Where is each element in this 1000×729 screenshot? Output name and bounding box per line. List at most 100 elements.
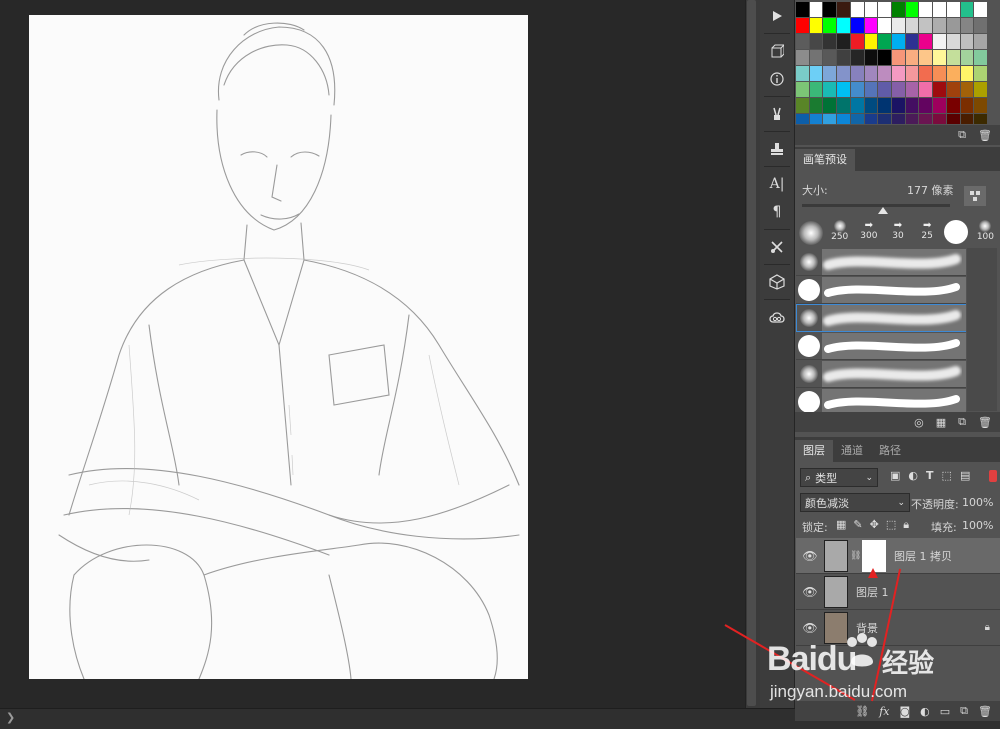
color-swatch[interactable] — [974, 50, 988, 66]
color-swatch[interactable] — [878, 98, 892, 114]
color-swatch[interactable] — [946, 82, 960, 98]
color-swatch[interactable] — [823, 114, 837, 124]
color-swatch[interactable] — [837, 82, 850, 98]
color-swatch[interactable] — [933, 18, 946, 34]
color-swatch[interactable] — [878, 66, 892, 82]
color-swatch[interactable] — [837, 2, 850, 18]
color-swatch[interactable] — [946, 114, 960, 124]
color-swatch[interactable] — [837, 34, 850, 50]
color-swatch[interactable] — [892, 18, 905, 34]
color-swatch[interactable] — [809, 18, 823, 34]
color-swatch[interactable] — [960, 82, 974, 98]
creative-cloud-icon[interactable] — [760, 303, 794, 331]
tab-paths[interactable]: 路径 — [871, 440, 909, 462]
color-swatch[interactable] — [864, 18, 878, 34]
color-swatch[interactable] — [905, 50, 919, 66]
color-swatch[interactable] — [809, 98, 823, 114]
visibility-eye-icon[interactable]: 👁︎ — [796, 585, 824, 599]
color-swatch[interactable] — [946, 2, 960, 18]
color-swatch[interactable] — [864, 50, 878, 66]
brush-preset-item[interactable] — [796, 304, 966, 332]
color-swatch[interactable] — [892, 50, 905, 66]
color-swatch[interactable] — [960, 66, 974, 82]
color-swatch[interactable] — [905, 66, 919, 82]
color-swatch[interactable] — [809, 82, 823, 98]
tool-presets-icon[interactable] — [760, 233, 794, 261]
color-swatch[interactable] — [919, 114, 933, 124]
trash-icon[interactable]: 🗑 — [978, 416, 992, 429]
color-swatch[interactable] — [837, 114, 850, 124]
color-swatch[interactable] — [878, 82, 892, 98]
color-swatch[interactable] — [919, 66, 933, 82]
tab-layers[interactable]: 图层 — [795, 440, 833, 462]
color-swatch[interactable] — [892, 2, 905, 18]
layer-mask-thumbnail[interactable] — [862, 539, 886, 572]
color-swatch[interactable] — [864, 34, 878, 50]
toggle-brush-panel-icon[interactable] — [964, 186, 986, 206]
chain-link-icon[interactable]: ⛓ — [850, 551, 861, 561]
color-swatch[interactable] — [960, 98, 974, 114]
color-swatch[interactable] — [946, 18, 960, 34]
color-swatch[interactable] — [850, 98, 864, 114]
adjustment-filter-icon[interactable]: ◐ — [908, 469, 918, 482]
trash-icon[interactable]: 🗑 — [978, 705, 992, 718]
swatches-grid[interactable] — [796, 2, 988, 124]
color-swatch[interactable] — [905, 82, 919, 98]
color-swatch[interactable] — [796, 18, 809, 34]
color-swatch[interactable] — [974, 2, 988, 18]
new-swatch-icon[interactable]: ⧉ — [958, 128, 966, 142]
new-layer-icon[interactable]: ⧉ — [960, 704, 968, 718]
color-swatch[interactable] — [850, 114, 864, 124]
color-swatch[interactable] — [933, 2, 946, 18]
3d-info-icon[interactable] — [760, 37, 794, 65]
color-swatch[interactable] — [960, 50, 974, 66]
lock-transparent-icon[interactable]: ▦ — [836, 518, 846, 532]
color-swatch[interactable] — [864, 2, 878, 18]
toggle-visibility-icon[interactable]: ◎ — [914, 416, 924, 429]
link-layers-icon[interactable]: ⛓ — [855, 705, 869, 718]
brush-preset-list[interactable] — [796, 248, 966, 416]
color-swatch[interactable] — [850, 50, 864, 66]
clone-source-icon[interactable] — [760, 135, 794, 163]
3d-icon[interactable] — [760, 268, 794, 296]
new-preset-icon[interactable]: ⧉ — [958, 415, 966, 429]
color-swatch[interactable] — [837, 66, 850, 82]
status-expand-icon[interactable]: ❯ — [6, 711, 15, 724]
lock-artboard-icon[interactable]: ⬚ — [886, 518, 896, 532]
color-swatch[interactable] — [919, 50, 933, 66]
color-swatch[interactable] — [796, 114, 809, 124]
color-swatch[interactable] — [878, 114, 892, 124]
color-swatch[interactable] — [974, 18, 988, 34]
color-swatch[interactable] — [933, 66, 946, 82]
play-icon[interactable] — [760, 2, 794, 30]
size-value[interactable]: 177 像素 — [907, 182, 954, 198]
color-swatch[interactable] — [905, 114, 919, 124]
color-swatch[interactable] — [823, 34, 837, 50]
color-swatch[interactable] — [946, 34, 960, 50]
color-swatch[interactable] — [796, 66, 809, 82]
color-swatch[interactable] — [809, 34, 823, 50]
tab-channels[interactable]: 通道 — [833, 440, 871, 462]
color-swatch[interactable] — [919, 98, 933, 114]
color-swatch[interactable] — [892, 66, 905, 82]
color-swatch[interactable] — [933, 98, 946, 114]
paragraph-icon[interactable]: ¶ — [760, 198, 794, 226]
brush-list-scrollbar[interactable] — [967, 248, 997, 411]
color-swatch[interactable] — [892, 98, 905, 114]
color-swatch[interactable] — [933, 50, 946, 66]
color-swatch[interactable] — [919, 34, 933, 50]
color-swatch[interactable] — [974, 98, 988, 114]
brush-icon[interactable] — [760, 100, 794, 128]
color-swatch[interactable] — [933, 114, 946, 124]
color-swatch[interactable] — [850, 2, 864, 18]
smart-object-filter-icon[interactable]: ▤ — [960, 469, 970, 482]
color-swatch[interactable] — [960, 114, 974, 124]
color-swatch[interactable] — [864, 82, 878, 98]
color-swatch[interactable] — [837, 98, 850, 114]
color-swatch[interactable] — [892, 82, 905, 98]
lock-position-icon[interactable]: ✥ — [870, 518, 879, 532]
size-slider-track[interactable] — [802, 204, 950, 207]
color-swatch[interactable] — [946, 50, 960, 66]
brush-preset-item[interactable] — [796, 248, 966, 276]
color-swatch[interactable] — [905, 18, 919, 34]
